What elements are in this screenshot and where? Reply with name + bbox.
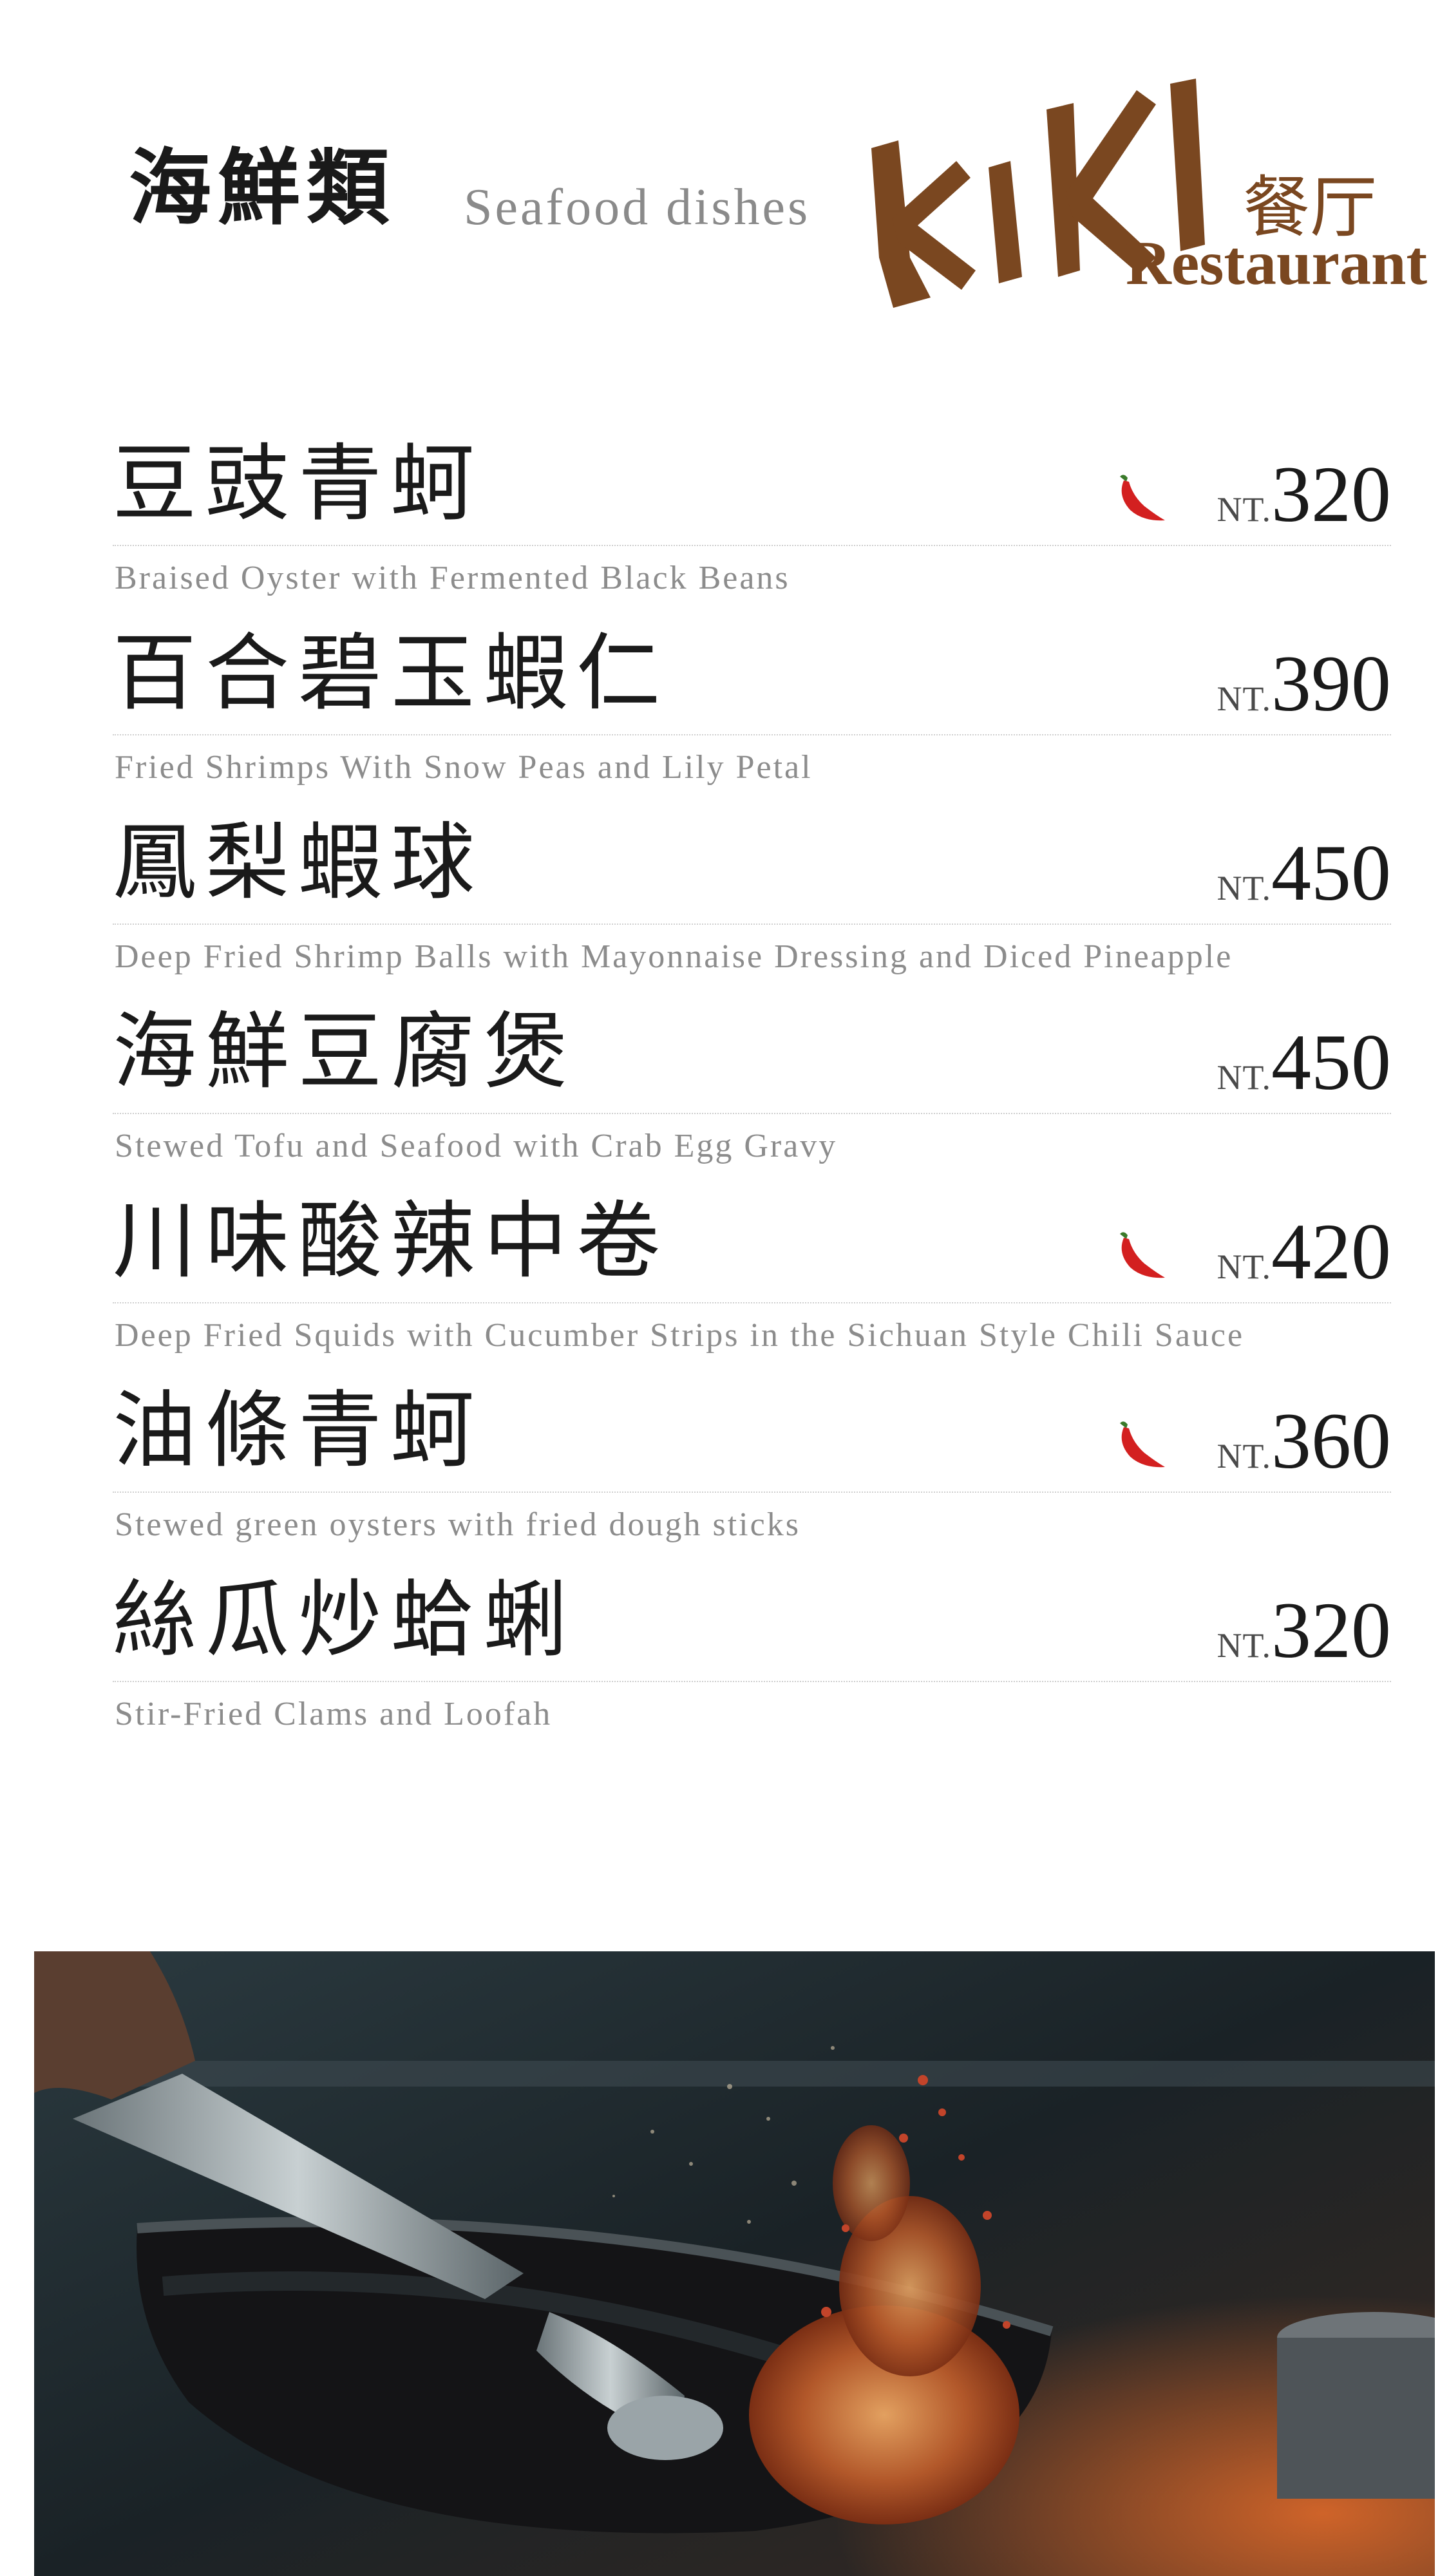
price-amount: 320: [1271, 450, 1391, 538]
dish-name-zh: 鳳梨蝦球: [113, 813, 484, 911]
dotted-divider: [113, 923, 1391, 925]
price-amount: 320: [1271, 1586, 1391, 1674]
dish-name-en: Fried Shrimps With Snow Peas and Lily Pe…: [115, 749, 813, 786]
menu-item: 豆豉青蚵 NT.320 Braised Oyster with Fermente…: [113, 430, 1391, 618]
menu-item: 絲瓜炒蛤蜊 NT.320 Stir-Fried Clams and Loofah: [113, 1566, 1391, 1754]
menu-item: 川味酸辣中卷 NT.420 Deep Fried Squids with Cuc…: [113, 1188, 1391, 1376]
dish-name-en: Deep Fried Shrimp Balls with Mayonnaise …: [115, 938, 1233, 975]
currency-label: NT.: [1217, 869, 1271, 907]
menu-item: 油條青蚵 NT.360 Stewed green oysters with fr…: [113, 1377, 1391, 1565]
menu-item: 百合碧玉蝦仁 NT.390 Fried Shrimps With Snow Pe…: [113, 620, 1391, 808]
chili-pepper-icon: [1120, 1421, 1165, 1468]
dish-price: NT.420: [1217, 1212, 1391, 1292]
dish-price: NT.450: [1217, 833, 1391, 913]
dish-name-en: Stir-Fried Clams and Loofah: [115, 1696, 553, 1732]
menu-item: 海鮮豆腐煲 NT.450 Stewed Tofu and Seafood wit…: [113, 998, 1391, 1186]
price-amount: 450: [1271, 1018, 1391, 1106]
dish-price: NT.320: [1217, 1591, 1391, 1671]
currency-label: NT.: [1217, 490, 1271, 529]
currency-label: NT.: [1217, 1626, 1271, 1665]
restaurant-name-en: Restaurant: [1126, 229, 1428, 298]
currency-label: NT.: [1217, 679, 1271, 718]
page-subtitle: Seafood dishes: [464, 179, 811, 236]
dish-price: NT.320: [1217, 455, 1391, 535]
dotted-divider: [113, 1681, 1391, 1682]
dotted-divider: [113, 734, 1391, 735]
dish-name-en: Braised Oyster with Fermented Black Bean…: [115, 560, 790, 596]
currency-label: NT.: [1217, 1058, 1271, 1097]
menu-item: 鳳梨蝦球 NT.450 Deep Fried Shrimp Balls with…: [113, 809, 1391, 997]
dish-price: NT.360: [1217, 1401, 1391, 1481]
dish-name-zh: 百合碧玉蝦仁: [113, 624, 670, 722]
currency-label: NT.: [1217, 1247, 1271, 1286]
price-amount: 390: [1271, 639, 1391, 728]
price-amount: 360: [1271, 1397, 1391, 1485]
dotted-divider: [113, 1492, 1391, 1493]
dish-name-zh: 川味酸辣中卷: [113, 1192, 670, 1290]
dish-name-zh: 海鮮豆腐煲: [113, 1003, 577, 1101]
dish-name-zh: 豆豉青蚵: [113, 435, 484, 533]
price-amount: 420: [1271, 1208, 1391, 1296]
wok-cooking-photo: [34, 1951, 1435, 2576]
dish-name-en: Stewed green oysters with fried dough st…: [115, 1506, 800, 1543]
dotted-divider: [113, 1113, 1391, 1114]
dotted-divider: [113, 1302, 1391, 1303]
dish-name-en: Deep Fried Squids with Cucumber Strips i…: [115, 1317, 1245, 1354]
dish-name-zh: 絲瓜炒蛤蜊: [113, 1571, 577, 1669]
wok-illustration: [34, 1951, 1435, 2576]
currency-label: NT.: [1217, 1437, 1271, 1475]
dish-price: NT.390: [1217, 644, 1391, 724]
page-title: 海鮮類: [129, 140, 396, 236]
dotted-divider: [113, 545, 1391, 546]
chili-pepper-icon: [1120, 475, 1165, 521]
dish-name-zh: 油條青蚵: [113, 1381, 484, 1479]
dish-price: NT.450: [1217, 1023, 1391, 1103]
price-amount: 450: [1271, 829, 1391, 917]
chili-pepper-icon: [1120, 1232, 1165, 1278]
dish-name-en: Stewed Tofu and Seafood with Crab Egg Gr…: [115, 1128, 838, 1164]
